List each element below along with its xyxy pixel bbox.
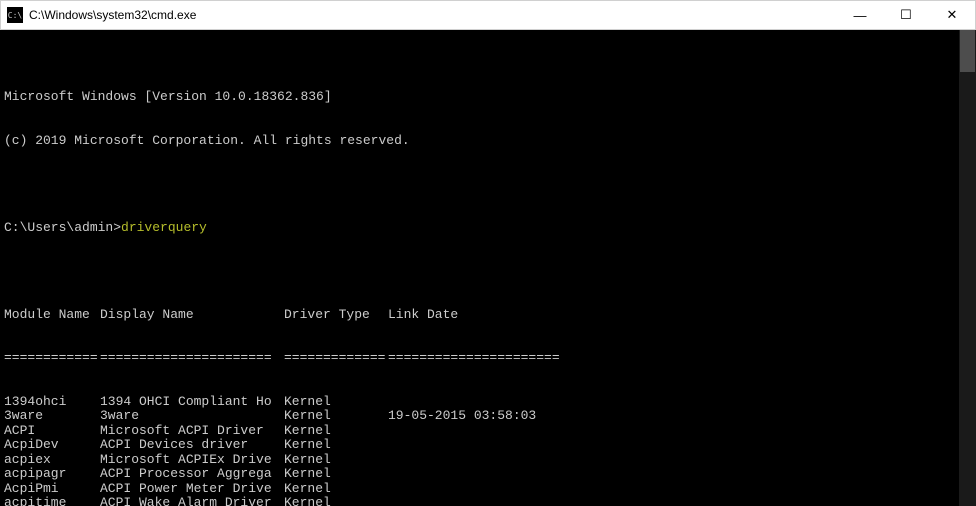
app-icon: C:\	[7, 7, 23, 23]
scroll-thumb[interactable]	[960, 30, 975, 72]
copyright-line: (c) 2019 Microsoft Corporation. All righ…	[4, 134, 976, 149]
cell-c3: Kernel	[284, 395, 388, 410]
cell-c1: ACPI	[4, 424, 100, 439]
terminal-content: Microsoft Windows [Version 10.0.18362.83…	[0, 59, 976, 506]
cell-c1: acpipagr	[4, 467, 100, 482]
cell-c1: 1394ohci	[4, 395, 100, 410]
table-separator: ========================================…	[4, 351, 976, 366]
terminal-area[interactable]: Microsoft Windows [Version 10.0.18362.83…	[0, 30, 976, 506]
cell-c2: ACPI Wake Alarm Driver	[100, 496, 284, 506]
cell-c1: AcpiPmi	[4, 482, 100, 497]
vertical-scrollbar[interactable]	[959, 30, 976, 506]
version-line: Microsoft Windows [Version 10.0.18362.83…	[4, 90, 976, 105]
close-button[interactable]: ✕	[929, 1, 975, 29]
prompt-line: C:\Users\admin>driverquery	[4, 221, 976, 236]
minimize-button[interactable]: —	[837, 1, 883, 29]
header-driver-type: Driver Type	[284, 308, 388, 323]
title-bar: C:\ C:\Windows\system32\cmd.exe — ☐ ✕	[0, 0, 976, 30]
header-module-name: Module Name	[4, 308, 100, 323]
window-controls: — ☐ ✕	[837, 1, 975, 29]
table-row: acpipagrACPI Processor AggregaKernel	[4, 467, 976, 482]
table-row: acpiexMicrosoft ACPIEx DriveKernel	[4, 453, 976, 468]
table-row: 3ware3wareKernel19-05-2015 03:58:03	[4, 409, 976, 424]
blank-line	[4, 177, 976, 192]
table-row: acpitimeACPI Wake Alarm DriverKernel	[4, 496, 976, 506]
cell-c3: Kernel	[284, 453, 388, 468]
cell-c3: Kernel	[284, 424, 388, 439]
maximize-button[interactable]: ☐	[883, 1, 929, 29]
table-row: ACPIMicrosoft ACPI DriverKernel	[4, 424, 976, 439]
cell-c1: 3ware	[4, 409, 100, 424]
cell-c3: Kernel	[284, 438, 388, 453]
cell-c3: Kernel	[284, 467, 388, 482]
cell-c2: ACPI Power Meter Drive	[100, 482, 284, 497]
cell-c1: acpitime	[4, 496, 100, 506]
cell-c3: Kernel	[284, 409, 388, 424]
table-row: AcpiDevACPI Devices driverKernel	[4, 438, 976, 453]
cell-c1: acpiex	[4, 453, 100, 468]
cell-c2: ACPI Devices driver	[100, 438, 284, 453]
command-text: driverquery	[121, 220, 207, 235]
cell-c2: 3ware	[100, 409, 284, 424]
table-row: AcpiPmiACPI Power Meter DriveKernel	[4, 482, 976, 497]
table-rows: 1394ohci1394 OHCI Compliant HoKernel3war…	[4, 395, 976, 506]
cell-c2: Microsoft ACPIEx Drive	[100, 453, 284, 468]
table-row: 1394ohci1394 OHCI Compliant HoKernel	[4, 395, 976, 410]
cell-c3: Kernel	[284, 496, 388, 506]
cell-c2: 1394 OHCI Compliant Ho	[100, 395, 284, 410]
cell-c3: Kernel	[284, 482, 388, 497]
cell-c2: ACPI Processor Aggrega	[100, 467, 284, 482]
cell-c1: AcpiDev	[4, 438, 100, 453]
header-link-date: Link Date	[388, 308, 458, 323]
header-display-name: Display Name	[100, 308, 284, 323]
table-header: Module NameDisplay NameDriver TypeLink D…	[4, 308, 976, 323]
blank-line	[4, 264, 976, 279]
prompt-path: C:\Users\admin>	[4, 220, 121, 235]
cell-c4: 19-05-2015 03:58:03	[388, 409, 536, 424]
window-title: C:\Windows\system32\cmd.exe	[29, 8, 837, 22]
cell-c2: Microsoft ACPI Driver	[100, 424, 284, 439]
